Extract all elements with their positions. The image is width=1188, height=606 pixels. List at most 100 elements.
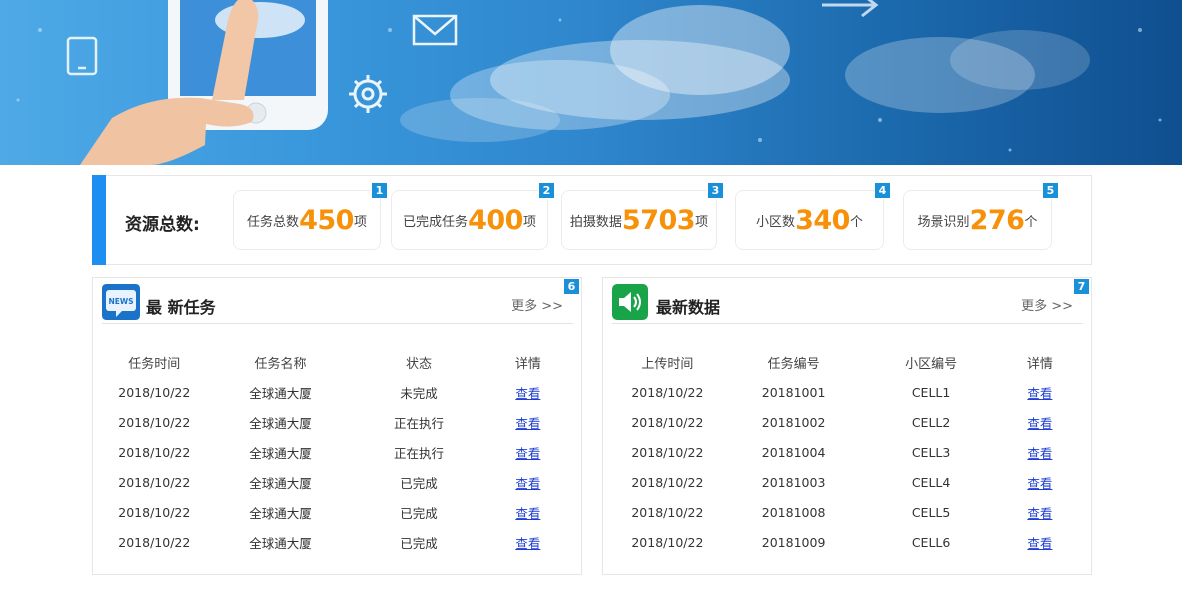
view-link[interactable]: 查看 [483,527,573,557]
stat-value: 340 [795,204,850,236]
stat-badge: 2 [538,182,555,199]
task-name: 全球通大厦 [249,445,312,461]
task-number: 20181002 [761,414,826,430]
task-status: 正在执行 [394,445,445,461]
table-header-row: 任务时间 任务名称 状态 详情 [103,347,573,377]
more-link[interactable]: 更多 >> [1021,295,1073,314]
view-link[interactable]: 查看 [997,497,1083,527]
stat-unit: 项 [695,214,709,230]
view-link[interactable]: 查看 [997,467,1083,497]
stats-accent-bar [92,175,106,265]
task-status: 已完成 [400,475,438,491]
stat-badge: 1 [371,182,388,199]
latest-data-panel: 7 最新数据 更多 >> 上传时间 任务编号 小区编号 详情 2018/10/2… [602,277,1092,575]
column-header: 详情 [514,356,541,372]
task-number: 20181001 [761,384,826,400]
stat-card-scene-recognition[interactable]: 场景识别 276 个 5 [903,182,1059,250]
tasks-table: 任务时间 任务名称 状态 详情 2018/10/22 全球通大厦 未完成 查看 … [103,347,573,557]
stat-card-total-tasks[interactable]: 任务总数 450 项 1 [233,182,388,250]
panel-header: 最新数据 更多 >> [612,284,1083,324]
task-name: 全球通大厦 [249,475,312,491]
table-row: 2018/10/22 全球通大厦 正在执行 查看 [103,437,573,467]
task-time: 2018/10/22 [118,414,191,430]
mail-icon [412,14,458,46]
upload-time: 2018/10/22 [631,444,704,460]
table-row: 2018/10/22 20181001 CELL1 查看 [613,377,1083,407]
cell-number: CELL4 [911,474,951,490]
news-icon-label: NEWS [108,297,133,306]
table-row: 2018/10/22 全球通大厦 正在执行 查看 [103,407,573,437]
stat-card-completed-tasks[interactable]: 已完成任务 400 项 2 [391,182,555,250]
column-header: 任务名称 [254,356,307,372]
stat-value: 276 [969,204,1025,236]
resource-stats-bar: 资源总数: 任务总数 450 项 1 已完成任务 400 项 2 拍摄数据 57… [92,175,1092,265]
stat-unit: 个 [1024,214,1038,230]
task-time: 2018/10/22 [118,534,191,550]
task-number: 20181008 [761,504,826,520]
stats-label: 资源总数: [125,215,200,235]
table-header-row: 上传时间 任务编号 小区编号 详情 [613,347,1083,377]
cell-number: CELL2 [911,414,951,430]
speaker-icon [612,284,648,320]
stat-badge: 4 [874,182,891,199]
phone-hand-image [80,0,328,165]
upload-time: 2018/10/22 [631,414,704,430]
stat-badge: 5 [1042,182,1059,199]
banner-illustration [16,0,1162,165]
cell-number: CELL3 [911,444,951,460]
view-link[interactable]: 查看 [483,467,573,497]
panel-header: NEWS 最 新任务 更多 >> [102,284,573,324]
news-icon: NEWS [102,284,140,320]
table-row: 2018/10/22 全球通大厦 已完成 查看 [103,527,573,557]
task-number: 20181004 [761,444,826,460]
task-time: 2018/10/22 [118,504,191,520]
task-name: 全球通大厦 [249,385,312,401]
view-link[interactable]: 查看 [997,377,1083,407]
gear-icon [349,75,387,113]
stat-name: 场景识别 [917,214,970,230]
more-link[interactable]: 更多 >> [511,295,563,314]
stat-value: 400 [468,204,523,236]
panel-title: 最新数据 [656,298,721,317]
stat-card-cells[interactable]: 小区数 340 个 4 [735,182,891,250]
view-link[interactable]: 查看 [483,437,573,467]
stat-card-captured-data[interactable]: 拍摄数据 5703 项 3 [561,182,724,250]
column-header: 任务时间 [128,356,181,372]
task-name: 全球通大厦 [249,505,312,521]
view-link[interactable]: 查看 [997,527,1083,557]
task-number: 20181003 [761,474,826,490]
stat-name: 小区数 [756,214,796,230]
task-name: 全球通大厦 [249,415,312,431]
data-table: 上传时间 任务编号 小区编号 详情 2018/10/22 20181001 CE… [613,347,1083,557]
stat-unit: 项 [353,214,367,230]
column-header: 详情 [1026,356,1053,372]
column-header: 状态 [406,356,433,372]
task-time: 2018/10/22 [118,444,191,460]
view-link[interactable]: 查看 [997,437,1083,467]
table-row: 2018/10/22 全球通大厦 已完成 查看 [103,497,573,527]
stat-name: 拍摄数据 [569,214,622,230]
view-link[interactable]: 查看 [483,377,573,407]
table-row: 2018/10/22 全球通大厦 已完成 查看 [103,467,573,497]
upload-time: 2018/10/22 [631,534,704,550]
column-header: 上传时间 [641,356,694,372]
view-link[interactable]: 查看 [483,497,573,527]
upload-time: 2018/10/22 [631,384,704,400]
view-link[interactable]: 查看 [483,407,573,437]
task-status: 正在执行 [394,415,445,431]
tablet-icon [66,36,98,76]
task-time: 2018/10/22 [118,384,191,400]
hero-banner [0,0,1182,165]
stat-value: 450 [299,204,354,236]
cell-number: CELL5 [911,504,951,520]
task-status: 已完成 [400,535,438,551]
stat-name: 已完成任务 [403,214,469,230]
stat-name: 任务总数 [247,214,300,230]
task-number: 20181009 [761,534,826,550]
table-row: 2018/10/22 20181004 CELL3 查看 [613,437,1083,467]
view-link[interactable]: 查看 [997,407,1083,437]
cloud-image [400,5,1090,142]
table-row: 2018/10/22 全球通大厦 未完成 查看 [103,377,573,407]
cell-number: CELL6 [911,534,951,550]
task-status: 已完成 [400,505,438,521]
